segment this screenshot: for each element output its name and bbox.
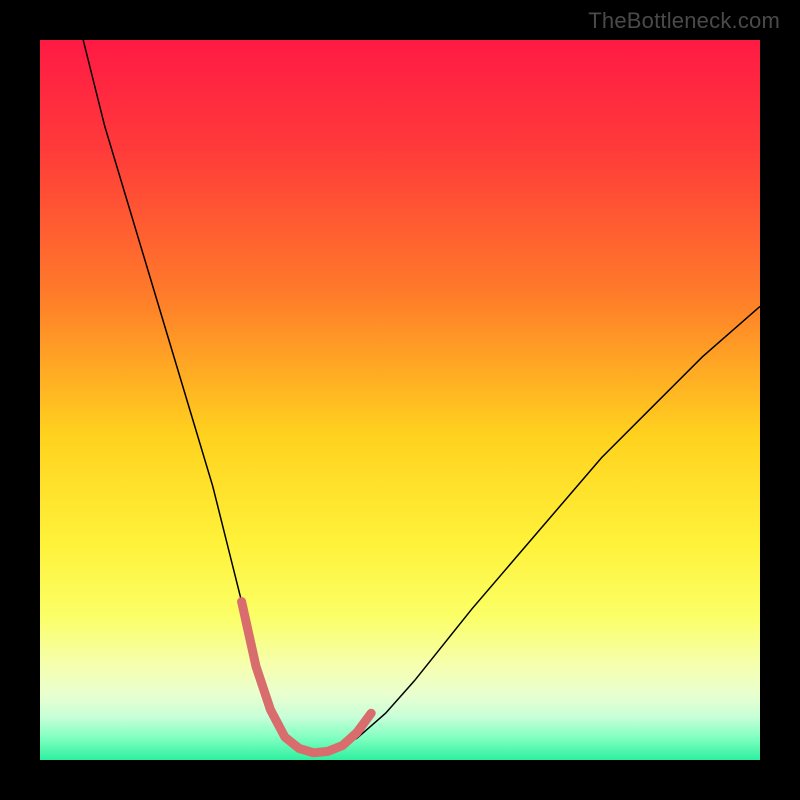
watermark-text: TheBottleneck.com	[588, 8, 780, 34]
plot-area	[40, 40, 760, 760]
gradient-background	[40, 40, 760, 760]
chart-frame: TheBottleneck.com	[0, 0, 800, 800]
chart-svg	[40, 40, 760, 760]
